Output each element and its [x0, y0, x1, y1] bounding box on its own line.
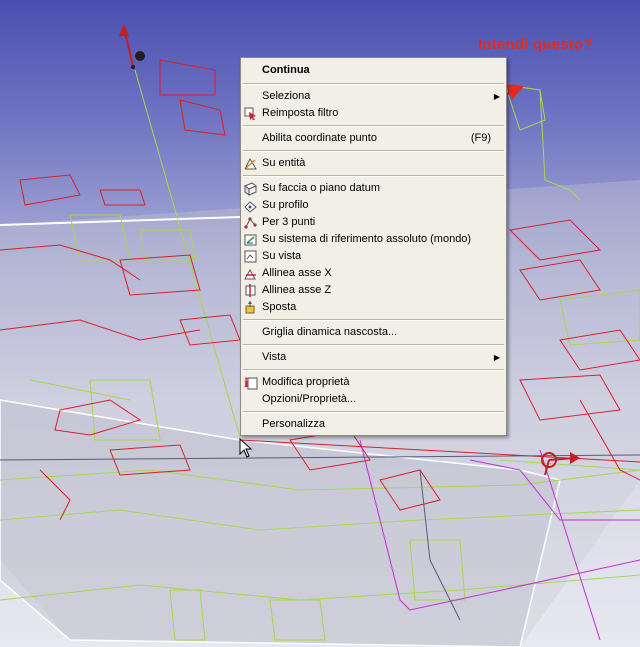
menu-item-label: Su faccia o piano datum: [262, 182, 381, 194]
triad-top-left: [119, 24, 145, 69]
menu-item-personalizza[interactable]: Personalizza: [241, 416, 506, 433]
menu-separator: [243, 369, 504, 371]
align-z-axis-icon: [245, 284, 256, 297]
menu-item-vista[interactable]: Vista ▶: [241, 349, 506, 366]
menu-item-label: Vista: [262, 351, 287, 363]
menu-item-allinea-asse-z[interactable]: Allinea asse Z: [241, 282, 506, 299]
filter-reset-icon: [244, 107, 256, 120]
menu-separator: [243, 150, 504, 152]
menu-item-abilita-coordinate-punto[interactable]: Abilita coordinate punto (F9): [241, 130, 506, 147]
align-x-axis-icon: [244, 268, 256, 280]
menu-item-label: Per 3 punti: [262, 216, 316, 228]
menu-separator: [243, 411, 504, 413]
mouse-cursor-icon: [239, 438, 253, 458]
menu-item-label: Allinea asse X: [262, 267, 332, 279]
menu-item-reimposta-filtro[interactable]: Reimposta filtro: [241, 105, 506, 122]
menu-item-seleziona[interactable]: Seleziona ▶: [241, 88, 506, 105]
menu-item-griglia-dinamica-nascosta[interactable]: Griglia dinamica nascosta...: [241, 324, 506, 341]
menu-item-continua[interactable]: Continua: [241, 60, 506, 80]
menu-item-label: Su vista: [262, 250, 302, 262]
menu-item-su-vista[interactable]: Su vista: [241, 248, 506, 265]
menu-separator: [243, 175, 504, 177]
submenu-arrow-icon: ▶: [493, 353, 500, 362]
edit-properties-icon: i: [244, 376, 258, 390]
menu-item-su-entita[interactable]: Su entità: [241, 155, 506, 172]
menu-item-su-faccia-o-piano-datum[interactable]: Su faccia o piano datum: [241, 180, 506, 197]
menu-item-shortcut: (F9): [470, 132, 491, 144]
face-datum-plane-icon: [244, 182, 257, 196]
menu-item-modifica-proprieta[interactable]: i Modifica proprietà: [241, 374, 506, 391]
menu-item-label: Su profilo: [262, 199, 309, 211]
on-entity-icon: [244, 157, 257, 170]
menu-item-sposta[interactable]: Sposta: [241, 299, 506, 316]
menu-item-opzioni-proprieta[interactable]: Opzioni/Proprietà...: [241, 391, 506, 408]
menu-item-label: Su sistema di riferimento assoluto (mond…: [262, 233, 472, 245]
on-profile-icon: [244, 201, 257, 213]
menu-item-label: Abilita coordinate punto: [262, 132, 377, 144]
menu-item-allinea-asse-x[interactable]: Allinea asse X: [241, 265, 506, 282]
menu-item-label: Opzioni/Proprietà...: [262, 393, 357, 405]
annotation-label: Intendi questo?: [478, 36, 593, 53]
menu-item-label: Modifica proprietà: [262, 376, 350, 388]
menu-separator: [243, 344, 504, 346]
menu-item-label: Seleziona: [262, 90, 311, 102]
cad-3d-viewport[interactable]: Intendi questo? Continua Seleziona ▶ Reimpo…: [0, 0, 640, 647]
menu-item-label: Allinea asse Z: [262, 284, 332, 296]
svg-text:i: i: [244, 376, 249, 390]
menu-separator: [243, 319, 504, 321]
menu-item-su-sistema-di-riferimento-assoluto-mondo[interactable]: Su sistema di riferimento assoluto (mond…: [241, 231, 506, 248]
context-menu: Continua Seleziona ▶ Reimposta filtro Abilit…: [240, 57, 507, 436]
menu-item-label: Sposta: [262, 301, 297, 313]
submenu-arrow-icon: ▶: [493, 92, 500, 101]
menu-item-label: Griglia dinamica nascosta...: [262, 326, 398, 338]
menu-separator: [243, 125, 504, 127]
world-reference-icon: [244, 234, 257, 246]
on-view-icon: [244, 250, 257, 263]
menu-item-per-3-punti[interactable]: Per 3 punti: [241, 214, 506, 231]
menu-separator: [243, 83, 504, 85]
menu-item-label: Continua: [262, 64, 310, 76]
three-points-icon: [244, 217, 257, 229]
move-icon: [245, 301, 255, 314]
menu-item-label: Personalizza: [262, 418, 325, 430]
menu-item-su-profilo[interactable]: Su profilo: [241, 197, 506, 214]
menu-item-label: Su entità: [262, 157, 306, 169]
menu-item-label: Reimposta filtro: [262, 107, 339, 119]
